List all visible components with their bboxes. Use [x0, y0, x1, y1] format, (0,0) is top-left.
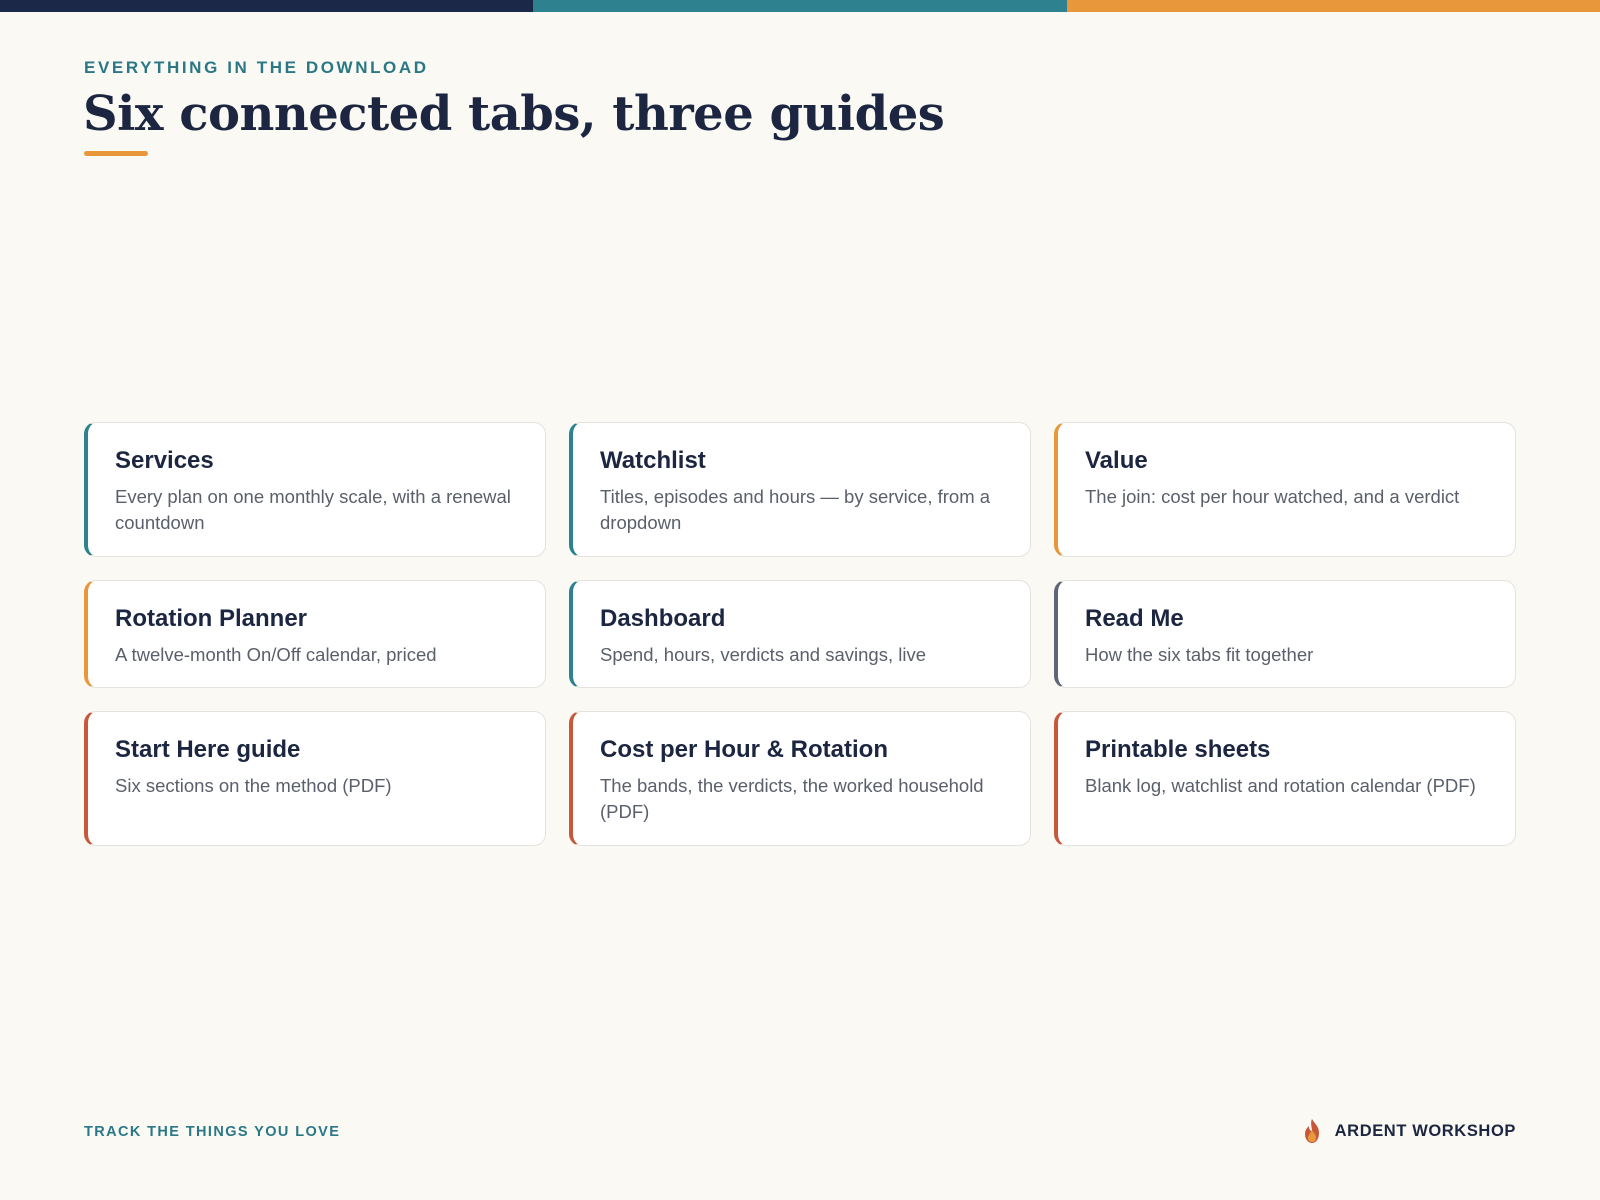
card-cost-per-hour-guide: Cost per Hour & Rotation The bands, the … [569, 711, 1031, 846]
card-description: Six sections on the method (PDF) [115, 774, 392, 796]
card-rotation-planner: Rotation Planner A twelve-month On/Off c… [84, 580, 546, 688]
card-services: Services Every plan on one monthly scale… [84, 422, 546, 557]
card-value: Value The join: cost per hour watched, a… [1054, 422, 1516, 557]
card-start-here-guide: Start Here guide Six sections on the met… [84, 711, 546, 846]
brand-name: ARDENT WORKSHOP [1334, 1121, 1516, 1140]
card-title: Watchlist [600, 447, 706, 474]
card-title: Read Me [1085, 605, 1184, 632]
card-title: Start Here guide [115, 736, 301, 763]
card-title: Services [115, 447, 214, 474]
card-title: Cost per Hour & Rotation [600, 736, 888, 763]
card-description: Titles, episodes and hours — by service,… [600, 485, 991, 534]
brand-logo: ARDENT WORKSHOP [1301, 1118, 1516, 1144]
card-read-me: Read Me How the six tabs fit together [1054, 580, 1516, 688]
card-description: The join: cost per hour watched, and a v… [1085, 485, 1460, 507]
card-description: How the six tabs fit together [1085, 643, 1314, 665]
footer-tagline: TRACK THE THINGS YOU LOVE [84, 1124, 341, 1140]
section-eyebrow: EVERYTHING IN THE DOWNLOAD [84, 58, 429, 77]
card-description: A twelve-month On/Off calendar, priced [115, 643, 437, 665]
top-accent-bar [0, 0, 1600, 12]
card-description: The bands, the verdicts, the worked hous… [600, 774, 984, 823]
contents-grid: Services Every plan on one monthly scale… [84, 422, 1516, 846]
accent-segment-orange [1066, 0, 1600, 12]
card-title: Dashboard [600, 605, 726, 632]
card-printable-sheets: Printable sheets Blank log, watchlist an… [1054, 711, 1516, 846]
card-title: Printable sheets [1085, 736, 1271, 763]
card-description: Spend, hours, verdicts and savings, live [600, 643, 926, 665]
flame-icon [1304, 1119, 1319, 1143]
title-underline [84, 151, 148, 156]
card-description: Every plan on one monthly scale, with a … [115, 485, 511, 534]
accent-segment-navy [0, 0, 534, 12]
page-title: Six connected tabs, three guides [83, 86, 945, 142]
accent-segment-teal [533, 0, 1067, 12]
card-watchlist: Watchlist Titles, episodes and hours — b… [569, 422, 1031, 557]
card-title: Value [1085, 447, 1148, 474]
card-title: Rotation Planner [115, 605, 308, 632]
card-description: Blank log, watchlist and rotation calend… [1085, 774, 1476, 796]
card-dashboard: Dashboard Spend, hours, verdicts and sav… [569, 580, 1031, 688]
